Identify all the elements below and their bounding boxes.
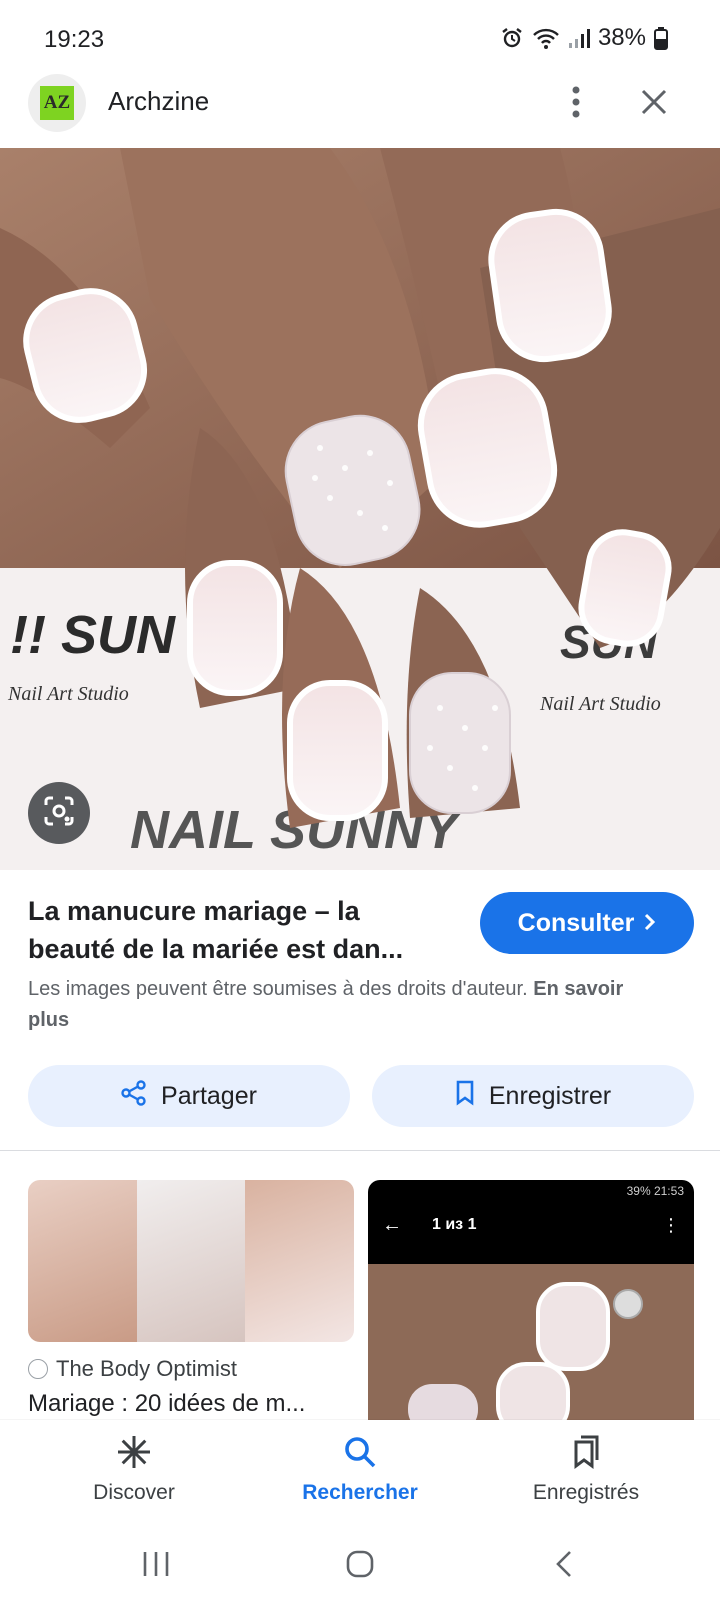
more-options-button[interactable] bbox=[556, 82, 596, 126]
save-label: Enregistrer bbox=[488, 1081, 612, 1110]
bookmark-icon bbox=[455, 1080, 475, 1113]
related-image-2[interactable]: 39% 21:53 ← 1 из 1 ⋮ bbox=[368, 1180, 694, 1420]
nav-discover[interactable]: Discover bbox=[44, 1434, 224, 1505]
consult-button[interactable]: Consulter bbox=[480, 892, 694, 954]
wifi-icon bbox=[532, 26, 560, 50]
recent-apps-button[interactable] bbox=[132, 1544, 180, 1588]
svg-text:Nail Art Studio: Nail Art Studio bbox=[539, 693, 661, 715]
status-icons: 38% bbox=[500, 24, 668, 52]
battery-icon bbox=[654, 26, 668, 50]
home-icon bbox=[345, 1549, 375, 1584]
main-image[interactable]: !! SUN SUN NAIL SUNNY Nail Art Studio Na… bbox=[0, 148, 720, 870]
site-logo[interactable]: AZ bbox=[28, 74, 86, 132]
back-button[interactable] bbox=[540, 1544, 588, 1588]
nav-search[interactable]: Rechercher bbox=[270, 1434, 450, 1505]
site-logo-text: AZ bbox=[40, 86, 74, 120]
asterisk-icon bbox=[116, 1434, 152, 1475]
battery-text: 38% bbox=[597, 24, 646, 51]
copyright-text: Les images peuvent être soumises à des d… bbox=[28, 978, 528, 1000]
system-nav-bar bbox=[0, 1532, 720, 1600]
share-button[interactable]: Partager bbox=[28, 1065, 350, 1127]
more-vert-icon bbox=[571, 86, 581, 123]
nav-discover-label: Discover bbox=[93, 1481, 175, 1504]
home-button[interactable] bbox=[336, 1544, 384, 1588]
status-time: 19:23 bbox=[44, 26, 105, 53]
lens-button[interactable] bbox=[28, 782, 90, 844]
divider bbox=[0, 1150, 720, 1151]
mini-title: 1 из 1 bbox=[432, 1216, 477, 1233]
nav-saved[interactable]: Enregistrés bbox=[496, 1434, 676, 1505]
mini-status: 39% 21:53 bbox=[626, 1184, 684, 1198]
result-title-line1: La manucure mariage – la bbox=[28, 896, 360, 926]
share-icon bbox=[121, 1079, 147, 1113]
lens-icon bbox=[42, 794, 76, 833]
related-source[interactable]: The Body Optimist bbox=[28, 1356, 237, 1382]
signal-icon bbox=[568, 27, 590, 49]
status-bar: 19:23 38% bbox=[0, 0, 720, 80]
source-header: AZ Archzine bbox=[0, 72, 720, 136]
consult-label: Consulter bbox=[517, 908, 635, 937]
search-icon bbox=[342, 1434, 378, 1475]
more-vert-icon: ⋮ bbox=[662, 1214, 680, 1235]
close-button[interactable] bbox=[632, 82, 676, 126]
site-name[interactable]: Archzine bbox=[108, 86, 209, 117]
close-icon bbox=[641, 89, 667, 120]
nav-search-label: Rechercher bbox=[302, 1481, 418, 1504]
mini-toolbar: ← 1 из 1 ⋮ bbox=[368, 1202, 694, 1248]
related-title[interactable]: Mariage : 20 idées de m... bbox=[28, 1390, 305, 1418]
recent-apps-icon bbox=[141, 1550, 171, 1583]
back-icon bbox=[554, 1549, 574, 1584]
result-title[interactable]: La manucure mariage – la beauté de la ma… bbox=[28, 892, 458, 968]
arrow-back-icon: ← bbox=[382, 1213, 402, 1236]
source-favicon bbox=[28, 1359, 48, 1379]
svg-text:Nail Art Studio: Nail Art Studio bbox=[7, 683, 129, 705]
collections-icon bbox=[568, 1434, 604, 1475]
bottom-nav: Discover Rechercher Enregistrés bbox=[0, 1420, 720, 1532]
result-title-line2: beauté de la mariée est dan... bbox=[28, 934, 404, 964]
related-image-1[interactable] bbox=[28, 1180, 354, 1342]
alarm-icon bbox=[500, 26, 524, 50]
nav-saved-label: Enregistrés bbox=[532, 1481, 640, 1504]
copyright-notice: Les images peuvent être soumises à des d… bbox=[28, 974, 668, 1036]
svg-text:!! SUN: !! SUN bbox=[10, 605, 176, 665]
share-label: Partager bbox=[161, 1081, 257, 1110]
related-source-name: The Body Optimist bbox=[56, 1356, 237, 1381]
mini-photo bbox=[368, 1264, 694, 1420]
save-button[interactable]: Enregistrer bbox=[372, 1065, 694, 1127]
chevron-right-icon bbox=[644, 909, 656, 938]
